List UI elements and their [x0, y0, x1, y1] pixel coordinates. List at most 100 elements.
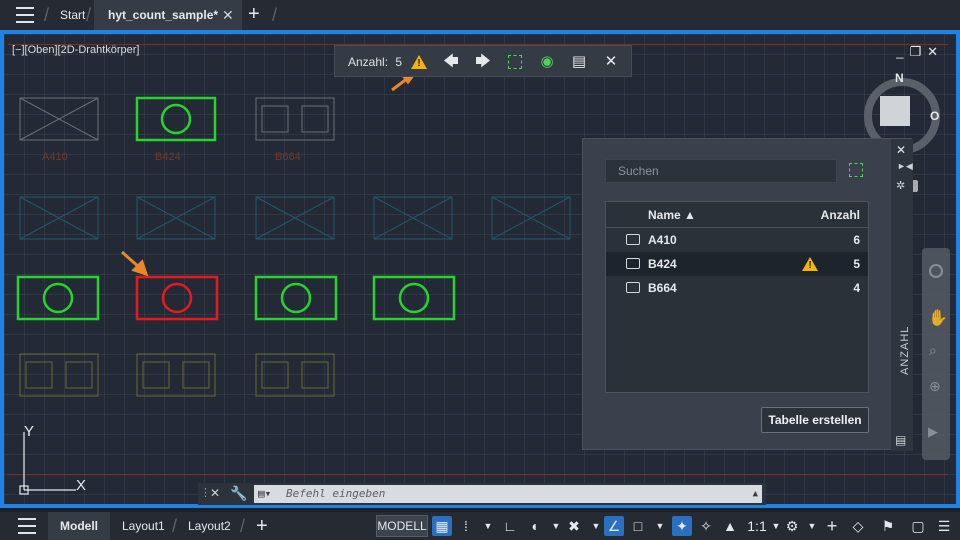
units-icon[interactable]: ◇ [848, 516, 868, 536]
block-b664[interactable] [255, 97, 335, 141]
count-value: 5 [395, 55, 403, 69]
block-name: B424 [648, 257, 677, 271]
count-toolbar: Anzahl: 5 ! 🡄 🡆 ◉ ▤ ✕ [334, 45, 632, 77]
snap-icon[interactable]: ⁞ [456, 516, 476, 536]
next-arrow-icon[interactable]: 🡆 [473, 52, 493, 72]
list-item[interactable]: B424 ! 5 [606, 252, 868, 276]
tab-drawing-file[interactable]: hyt_count_sample* [94, 0, 242, 30]
auto-hide-icon[interactable]: ►◀ [897, 161, 913, 172]
command-prompt-icon: ▤▾ [258, 487, 272, 500]
block-a410[interactable] [19, 97, 99, 141]
command-placeholder: Befehl eingeben [286, 487, 386, 500]
search-input[interactable]: Suchen [605, 159, 837, 183]
auto-scale-icon[interactable]: ✧ [696, 516, 716, 536]
customize-wrench-icon[interactable]: 🔧 [230, 485, 247, 502]
command-line: ⋮ ✕ 🔧 ▤▾ Befehl eingeben ▲ [198, 483, 766, 505]
block-count: 4 [853, 281, 860, 295]
layout-menu-icon[interactable] [18, 518, 36, 534]
close-command-line-icon[interactable]: ✕ [210, 486, 220, 500]
tab-separator: / [172, 516, 178, 536]
fullscreen-icon[interactable]: ▢ [908, 516, 928, 536]
column-header-count[interactable]: Anzahl [821, 208, 860, 222]
close-palette-icon[interactable]: ✕ [896, 143, 906, 157]
palette-side-bar[interactable]: ✕ ►◀ ✲ ▤ [891, 139, 913, 451]
list-header: Name ▲ Anzahl [606, 202, 868, 228]
object-snap-dropdown-icon[interactable]: ▼ [650, 516, 670, 536]
object-snap-icon[interactable]: □ [628, 516, 648, 536]
create-table-button[interactable]: Tabelle erstellen [761, 407, 869, 433]
steering-wheel-icon[interactable] [929, 264, 943, 278]
block-b424-selected[interactable] [135, 96, 217, 142]
tab-separator: / [272, 5, 278, 25]
list-item[interactable]: B664 4 [606, 276, 868, 300]
previous-arrow-icon[interactable]: 🡄 [441, 52, 461, 72]
tab-start[interactable]: Start [60, 0, 85, 30]
annotation-visibility-icon[interactable]: ✦ [672, 516, 692, 536]
polar-tracking-icon[interactable]: ◖ [524, 516, 544, 536]
select-objects-icon[interactable] [505, 52, 525, 72]
column-header-name[interactable]: Name ▲ [648, 208, 696, 222]
count-list: Name ▲ Anzahl A410 6 B424 ! 5 B664 4 [605, 201, 869, 393]
close-tab-icon[interactable]: ✕ [222, 0, 234, 30]
compass-north-label: N [895, 71, 904, 85]
properties-icon[interactable]: ✲ [896, 179, 905, 192]
warning-icon[interactable]: ! [411, 54, 427, 70]
tab-separator: / [44, 5, 50, 25]
orbit-icon[interactable]: ⊕ [929, 378, 941, 395]
warning-icon[interactable]: ! [802, 256, 818, 272]
block-icon [626, 234, 640, 245]
tab-separator: / [240, 516, 246, 536]
pan-icon[interactable]: ✋ [928, 308, 948, 328]
block-b664-row[interactable] [19, 353, 335, 397]
polar-dropdown-icon[interactable]: ▼ [546, 516, 566, 536]
application-menu-icon[interactable] [16, 7, 34, 23]
object-snap-tracking-icon[interactable]: ∠ [604, 516, 624, 536]
count-toolbar-label: Anzahl: 5 [348, 55, 402, 69]
navigation-bar[interactable]: ✋ ⌕ ⊕ ▶ [922, 248, 950, 460]
count-palette: Suchen Name ▲ Anzahl A410 6 B424 ! 5 B66… [582, 138, 913, 451]
workspace-gear-icon[interactable]: ⚙ [782, 516, 802, 536]
close-toolbar-icon[interactable]: ✕ [601, 52, 621, 72]
palette-title: ANZAHL [899, 325, 911, 375]
zoom-extents-icon[interactable]: ⌕ [929, 342, 937, 359]
command-history-icon[interactable]: ▲ [753, 485, 758, 503]
isometric-dropdown-icon[interactable]: ▼ [586, 516, 606, 536]
ortho-icon[interactable]: ∟ [500, 516, 520, 536]
document-tab-bar: / Start / hyt_count_sample* ✕ + / [0, 0, 960, 30]
grid-icon[interactable]: ▦ [432, 516, 452, 536]
block-name: B664 [648, 281, 677, 295]
tab-separator: / [86, 5, 92, 25]
tab-layout1[interactable]: Layout1 [122, 512, 165, 540]
insert-table-icon[interactable]: ▤ [569, 52, 589, 72]
isolate-objects-icon[interactable]: ⚑ [878, 516, 898, 536]
block-label-b424: B424 [155, 151, 181, 163]
block-label-b664: B664 [275, 151, 301, 163]
new-tab-button[interactable]: + [248, 3, 260, 26]
tab-layout2[interactable]: Layout2 [188, 512, 231, 540]
showmotion-icon[interactable]: ▶ [928, 424, 938, 440]
block-a410-row[interactable] [19, 196, 571, 240]
zoom-object-icon[interactable]: ◉ [537, 52, 557, 72]
annotation-scale-icon[interactable]: ▲ [720, 516, 740, 536]
annotation-arrow [121, 72, 417, 277]
ucs-y-label: Y [24, 423, 34, 440]
block-count: 5 [853, 257, 860, 271]
block-b424-row[interactable] [16, 275, 456, 321]
customization-menu-icon[interactable]: ☰ [934, 516, 954, 536]
annotation-monitor-icon[interactable]: + [822, 516, 842, 536]
add-layout-button[interactable]: + [256, 512, 268, 540]
drawing-viewport[interactable]: [−][Oben][2D-Drahtkörper] _❐✕ A410 B424 … [0, 30, 960, 508]
model-space-button[interactable]: MODELL [376, 515, 428, 537]
block-icon [626, 282, 640, 293]
command-input[interactable]: ▤▾ Befehl eingeben ▲ [254, 485, 762, 503]
palette-tab-icon[interactable]: ▤ [895, 433, 906, 447]
select-area-icon[interactable] [849, 163, 863, 177]
isometric-icon[interactable]: ✖ [564, 516, 584, 536]
block-name: A410 [648, 233, 677, 247]
tab-model[interactable]: Modell [48, 512, 110, 540]
list-item[interactable]: A410 6 [606, 228, 868, 252]
workspace-dropdown-icon[interactable]: ▼ [802, 516, 822, 536]
ucs-icon [19, 432, 76, 495]
status-bar: Modell Layout1 / Layout2 / + MODELL ▦ ⁞ … [0, 512, 960, 540]
snap-dropdown-icon[interactable]: ▼ [478, 516, 498, 536]
